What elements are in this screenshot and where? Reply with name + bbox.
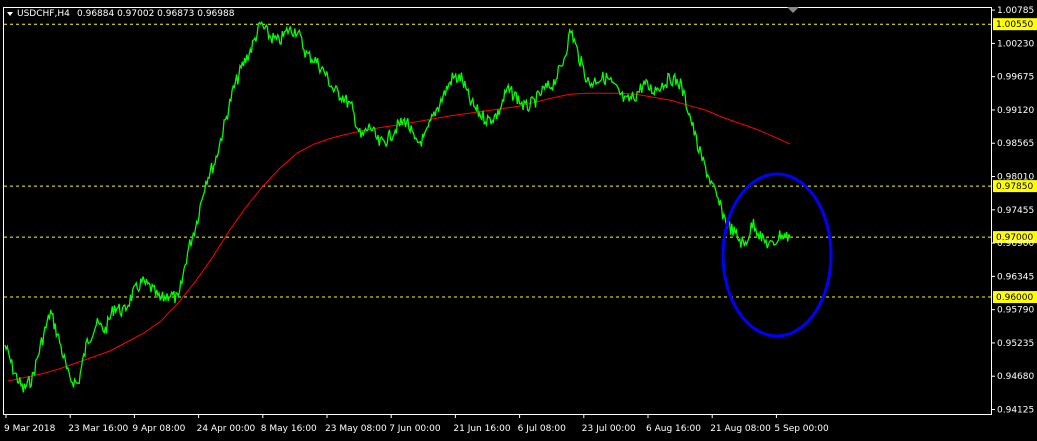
x-tick-label: 21 Jun 16:00: [453, 424, 510, 434]
x-tick-label: 5 Sep 00:00: [774, 424, 829, 434]
x-tick-label: 23 Mar 16:00: [68, 424, 128, 434]
x-tick-label: 23 May 08:00: [325, 424, 387, 434]
y-tick-label: 0.94680: [997, 372, 1034, 382]
y-tick-label: 0.99675: [997, 73, 1034, 83]
y-tick-label: 1.00230: [997, 39, 1034, 49]
x-tick-label: 7 Jun 00:00: [389, 424, 441, 434]
x-tick-label: 21 Aug 08:00: [710, 424, 771, 434]
ohlc-readout: 0.96884 0.97002 0.96873 0.96988: [77, 9, 235, 19]
y-tick-label: 0.97455: [997, 206, 1034, 216]
level-label: 0.96000: [996, 293, 1033, 303]
x-tick-label: 9 Mar 2018: [4, 424, 56, 434]
y-tick-label: 0.99120: [997, 106, 1034, 116]
x-tick-label: 9 Apr 08:00: [132, 424, 185, 434]
symbol-label: USDCHF,H4: [17, 9, 70, 19]
x-tick-label: 23 Jul 00:00: [582, 424, 636, 434]
x-tick-label: 24 Apr 00:00: [197, 424, 256, 434]
y-tick-label: 0.95790: [997, 306, 1034, 316]
x-tick-label: 6 Jul 08:00: [518, 424, 567, 434]
y-tick-label: 1.00785: [997, 6, 1034, 16]
y-tick-label: 0.98565: [997, 139, 1034, 149]
price-chart[interactable]: USDCHF,H4 0.96884 0.97002 0.96873 0.9698…: [0, 0, 1037, 441]
level-label: 1.00550: [996, 20, 1033, 30]
x-tick-label: 6 Aug 16:00: [646, 424, 701, 434]
y-tick-label: 0.96900: [997, 239, 1034, 249]
y-tick-label: 0.94125: [997, 406, 1034, 416]
y-tick-label: 0.96345: [997, 272, 1034, 282]
y-tick-label: 0.98010: [997, 173, 1034, 183]
x-tick-label: 8 May 16:00: [261, 424, 317, 434]
y-tick-label: 0.95235: [997, 339, 1034, 349]
level-label: 0.97850: [996, 182, 1033, 192]
